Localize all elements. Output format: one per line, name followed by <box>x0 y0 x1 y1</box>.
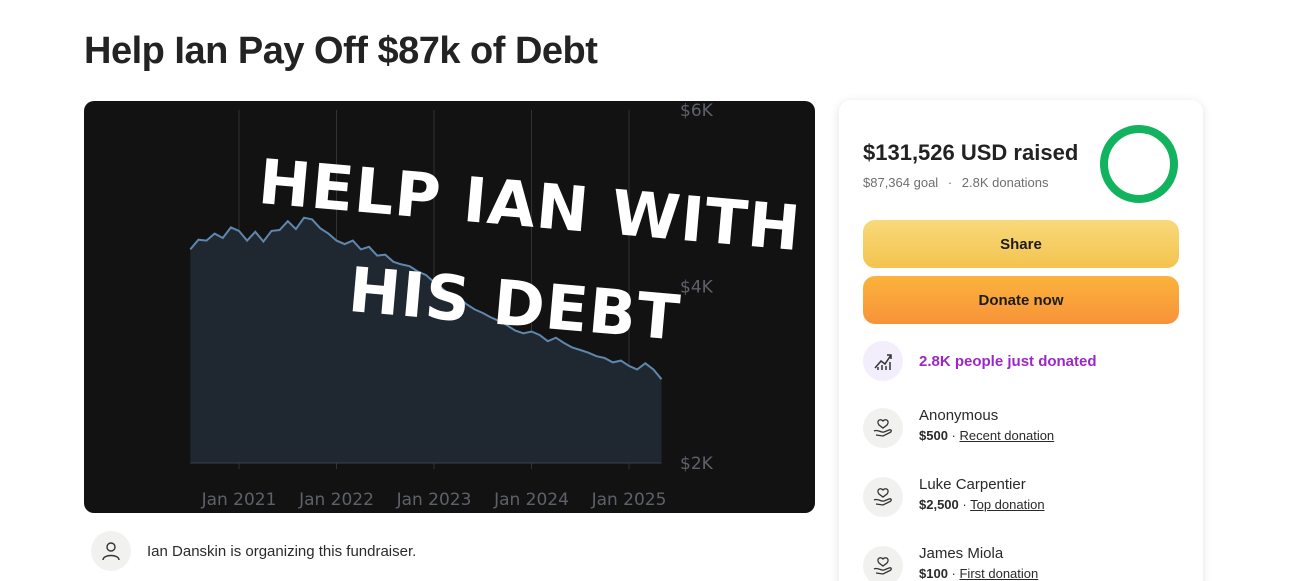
share-button[interactable]: Share <box>863 220 1179 268</box>
top-donation-link[interactable]: Top donation <box>970 497 1044 512</box>
recent-donation-link[interactable]: Recent donation <box>959 428 1054 443</box>
donation-hand-icon <box>863 546 903 581</box>
separator-dot: · <box>947 428 960 443</box>
amount-raised: $131,526 USD raised <box>863 140 1079 165</box>
organizer-row[interactable]: Ian Danskin is organizing this fundraise… <box>91 531 416 571</box>
goal-summary: $87,364 goal · 2.8K donations <box>863 175 1049 190</box>
progress-ring <box>1100 125 1178 203</box>
trending-label: 2.8K people just donated <box>919 352 1097 370</box>
donation-count: 2.8K donations <box>961 175 1049 190</box>
x-tick-label: Jan 2024 <box>493 490 569 510</box>
donor-item: James Miola $100 · First donation <box>863 544 1038 581</box>
donate-now-button[interactable]: Donate now <box>863 276 1179 324</box>
donor-amount: $100 <box>919 566 948 581</box>
x-tick-label: Jan 2022 <box>298 490 374 510</box>
donor-name: James Miola <box>919 545 1004 562</box>
donation-hand-icon <box>863 477 903 517</box>
donation-hand-icon <box>863 408 903 448</box>
y-tick-label: $2K <box>680 454 714 474</box>
hero-image[interactable]: Jan 2021 Jan 2022 Jan 2023 Jan 2024 Jan 2025… <box>84 101 815 513</box>
donation-panel: $131,526 USD raised $87,364 goal · 2.8K … <box>839 100 1203 581</box>
goal-amount: $87,364 goal <box>863 175 939 190</box>
x-tick-label: Jan 2025 <box>591 490 667 510</box>
organizer-text: Ian Danskin is organizing this fundraise… <box>147 542 417 560</box>
donor-amount: $500 <box>919 428 948 443</box>
x-tick-label: Jan 2023 <box>396 490 472 510</box>
donor-item: Luke Carpentier $2,500 · Top donation <box>863 475 1045 517</box>
separator-dot: · <box>947 566 960 581</box>
separator-dot: · <box>958 497 971 512</box>
first-donation-link[interactable]: First donation <box>959 566 1038 581</box>
y-tick-label: $4K <box>680 278 714 298</box>
donor-amount: $2,500 <box>919 497 959 512</box>
separator-dot: · <box>947 175 953 190</box>
user-icon <box>91 531 131 571</box>
donor-name: Anonymous <box>919 407 999 424</box>
trending-up-icon <box>863 341 903 381</box>
donor-name: Luke Carpentier <box>919 476 1026 493</box>
y-tick-label: $6K <box>680 101 714 121</box>
x-tick-label: Jan 2021 <box>201 490 277 510</box>
trending-donations: 2.8K people just donated <box>863 341 1097 381</box>
donor-item: Anonymous $500 · Recent donation <box>863 406 1054 448</box>
page-title: Help Ian Pay Off $87k of Debt <box>84 30 598 72</box>
